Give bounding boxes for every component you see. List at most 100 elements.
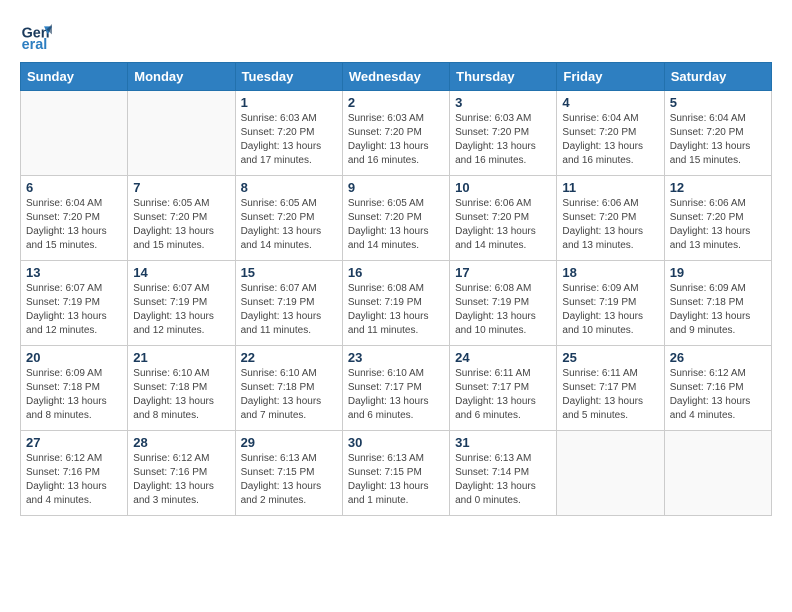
calendar-cell: 6 Sunrise: 6:04 AM Sunset: 7:20 PM Daylig… [21, 176, 128, 261]
day-number: 10 [455, 180, 551, 195]
day-number: 22 [241, 350, 337, 365]
day-detail: Sunrise: 6:07 AM Sunset: 7:19 PM Dayligh… [241, 282, 337, 338]
day-detail: Sunrise: 6:06 AM Sunset: 7:20 PM Dayligh… [562, 197, 658, 253]
day-detail: Sunrise: 6:09 AM Sunset: 7:18 PM Dayligh… [670, 282, 766, 338]
calendar-cell: 24Sunrise: 6:11 AM Sunset: 7:17 PM Dayli… [450, 346, 557, 431]
calendar-cell: 22Sunrise: 6:10 AM Sunset: 7:18 PM Dayli… [235, 346, 342, 431]
day-detail: Sunrise: 6:07 AM Sunset: 7:19 PM Dayligh… [133, 282, 229, 338]
calendar-cell: 1 Sunrise: 6:03 AM Sunset: 7:20 PM Daylig… [235, 91, 342, 176]
calendar-week-2: 13 Sunrise: 6:07 AM Sunset: 7:19 PM Dayli… [21, 261, 772, 346]
day-number: 31 [455, 435, 551, 450]
day-number: 19 [670, 265, 766, 280]
calendar-cell: 25 Sunrise: 6:11 AM Sunset: 7:17 PM Dayli… [557, 346, 664, 431]
day-number: 25 [562, 350, 658, 365]
calendar-cell: 11 Sunrise: 6:06 AM Sunset: 7:20 PM Dayli… [557, 176, 664, 261]
day-detail: Sunrise: 6:03 AM Sunset: 7:20 PM Dayligh… [241, 112, 337, 168]
calendar-cell [128, 91, 235, 176]
calendar-cell: 10 Sunrise: 6:06 AM Sunset: 7:20 PM Dayli… [450, 176, 557, 261]
calendar-cell: 15 Sunrise: 6:07 AM Sunset: 7:19 PM Dayli… [235, 261, 342, 346]
day-number: 23 [348, 350, 444, 365]
calendar-cell: 28 Sunrise: 6:12 AM Sunset: 7:16 PM Dayli… [128, 431, 235, 516]
calendar-cell: 7 Sunrise: 6:05 AM Sunset: 7:20 PM Daylig… [128, 176, 235, 261]
day-number: 12 [670, 180, 766, 195]
day-number: 27 [26, 435, 122, 450]
day-number: 26 [670, 350, 766, 365]
day-number: 9 [348, 180, 444, 195]
day-detail: Sunrise: 6:09 AM Sunset: 7:18 PM Dayligh… [26, 367, 122, 423]
day-number: 21 [133, 350, 229, 365]
day-detail: Sunrise: 6:12 AM Sunset: 7:16 PM Dayligh… [133, 452, 229, 508]
day-number: 11 [562, 180, 658, 195]
day-detail: Sunrise: 6:13 AM Sunset: 7:14 PM Dayligh… [455, 452, 551, 508]
day-number: 29 [241, 435, 337, 450]
weekday-header-friday: Friday [557, 63, 664, 91]
calendar-cell: 4 Sunrise: 6:04 AM Sunset: 7:20 PM Daylig… [557, 91, 664, 176]
calendar-cell [557, 431, 664, 516]
logo: Gen eral [20, 20, 56, 52]
weekday-header-saturday: Saturday [664, 63, 771, 91]
day-number: 13 [26, 265, 122, 280]
calendar-cell: 14 Sunrise: 6:07 AM Sunset: 7:19 PM Dayli… [128, 261, 235, 346]
calendar-cell: 26 Sunrise: 6:12 AM Sunset: 7:16 PM Dayli… [664, 346, 771, 431]
day-number: 28 [133, 435, 229, 450]
calendar-cell: 29Sunrise: 6:13 AM Sunset: 7:15 PM Dayli… [235, 431, 342, 516]
day-detail: Sunrise: 6:10 AM Sunset: 7:17 PM Dayligh… [348, 367, 444, 423]
calendar-header-row: SundayMondayTuesdayWednesdayThursdayFrid… [21, 63, 772, 91]
day-number: 4 [562, 95, 658, 110]
day-number: 7 [133, 180, 229, 195]
day-number: 1 [241, 95, 337, 110]
day-detail: Sunrise: 6:10 AM Sunset: 7:18 PM Dayligh… [133, 367, 229, 423]
weekday-header-thursday: Thursday [450, 63, 557, 91]
calendar-cell: 30 Sunrise: 6:13 AM Sunset: 7:15 PM Dayli… [342, 431, 449, 516]
calendar-cell: 21 Sunrise: 6:10 AM Sunset: 7:18 PM Dayli… [128, 346, 235, 431]
calendar-cell: 31 Sunrise: 6:13 AM Sunset: 7:14 PM Dayli… [450, 431, 557, 516]
day-number: 3 [455, 95, 551, 110]
day-number: 8 [241, 180, 337, 195]
calendar-cell: 2 Sunrise: 6:03 AM Sunset: 7:20 PM Daylig… [342, 91, 449, 176]
page-header: Gen eral [20, 20, 772, 52]
calendar-cell: 3 Sunrise: 6:03 AM Sunset: 7:20 PM Daylig… [450, 91, 557, 176]
day-number: 2 [348, 95, 444, 110]
calendar-week-1: 6 Sunrise: 6:04 AM Sunset: 7:20 PM Daylig… [21, 176, 772, 261]
day-number: 30 [348, 435, 444, 450]
calendar-table: SundayMondayTuesdayWednesdayThursdayFrid… [20, 62, 772, 516]
weekday-header-sunday: Sunday [21, 63, 128, 91]
day-number: 24 [455, 350, 551, 365]
day-detail: Sunrise: 6:12 AM Sunset: 7:16 PM Dayligh… [26, 452, 122, 508]
day-detail: Sunrise: 6:12 AM Sunset: 7:16 PM Dayligh… [670, 367, 766, 423]
day-detail: Sunrise: 6:04 AM Sunset: 7:20 PM Dayligh… [562, 112, 658, 168]
day-detail: Sunrise: 6:05 AM Sunset: 7:20 PM Dayligh… [133, 197, 229, 253]
day-number: 14 [133, 265, 229, 280]
calendar-week-3: 20 Sunrise: 6:09 AM Sunset: 7:18 PM Dayli… [21, 346, 772, 431]
day-number: 18 [562, 265, 658, 280]
day-detail: Sunrise: 6:05 AM Sunset: 7:20 PM Dayligh… [348, 197, 444, 253]
day-number: 6 [26, 180, 122, 195]
day-detail: Sunrise: 6:05 AM Sunset: 7:20 PM Dayligh… [241, 197, 337, 253]
day-detail: Sunrise: 6:04 AM Sunset: 7:20 PM Dayligh… [26, 197, 122, 253]
day-detail: Sunrise: 6:03 AM Sunset: 7:20 PM Dayligh… [348, 112, 444, 168]
day-detail: Sunrise: 6:07 AM Sunset: 7:19 PM Dayligh… [26, 282, 122, 338]
calendar-cell: 8 Sunrise: 6:05 AM Sunset: 7:20 PM Daylig… [235, 176, 342, 261]
day-number: 17 [455, 265, 551, 280]
day-detail: Sunrise: 6:04 AM Sunset: 7:20 PM Dayligh… [670, 112, 766, 168]
day-detail: Sunrise: 6:09 AM Sunset: 7:19 PM Dayligh… [562, 282, 658, 338]
weekday-header-monday: Monday [128, 63, 235, 91]
calendar-cell [664, 431, 771, 516]
calendar-cell: 18 Sunrise: 6:09 AM Sunset: 7:19 PM Dayli… [557, 261, 664, 346]
day-number: 16 [348, 265, 444, 280]
calendar-cell: 23 Sunrise: 6:10 AM Sunset: 7:17 PM Dayli… [342, 346, 449, 431]
calendar-week-0: 1 Sunrise: 6:03 AM Sunset: 7:20 PM Daylig… [21, 91, 772, 176]
calendar-cell [21, 91, 128, 176]
day-detail: Sunrise: 6:03 AM Sunset: 7:20 PM Dayligh… [455, 112, 551, 168]
day-detail: Sunrise: 6:06 AM Sunset: 7:20 PM Dayligh… [670, 197, 766, 253]
calendar-cell: 17Sunrise: 6:08 AM Sunset: 7:19 PM Dayli… [450, 261, 557, 346]
day-detail: Sunrise: 6:13 AM Sunset: 7:15 PM Dayligh… [348, 452, 444, 508]
day-number: 15 [241, 265, 337, 280]
day-detail: Sunrise: 6:11 AM Sunset: 7:17 PM Dayligh… [562, 367, 658, 423]
day-number: 20 [26, 350, 122, 365]
day-detail: Sunrise: 6:08 AM Sunset: 7:19 PM Dayligh… [348, 282, 444, 338]
day-detail: Sunrise: 6:06 AM Sunset: 7:20 PM Dayligh… [455, 197, 551, 253]
calendar-cell: 13 Sunrise: 6:07 AM Sunset: 7:19 PM Dayli… [21, 261, 128, 346]
calendar-cell: 12 Sunrise: 6:06 AM Sunset: 7:20 PM Dayli… [664, 176, 771, 261]
calendar-cell: 19 Sunrise: 6:09 AM Sunset: 7:18 PM Dayli… [664, 261, 771, 346]
